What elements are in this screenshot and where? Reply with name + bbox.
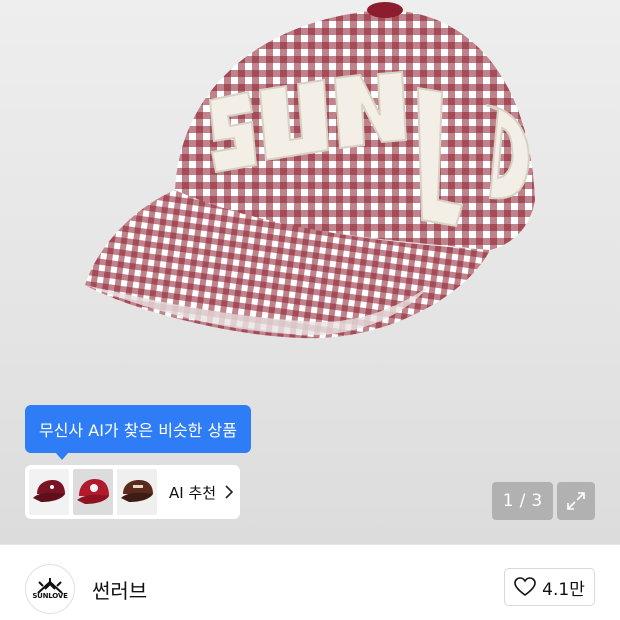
similar-product-thumb[interactable] xyxy=(29,469,69,515)
brand-logo[interactable]: SUNLOVE xyxy=(25,564,75,614)
brand-bar: SUNLOVE 썬러브 4.1만 xyxy=(0,545,620,620)
ai-similar-tooltip-text: 무신사 AI가 찾은 비슷한 상품 xyxy=(39,421,237,440)
similar-product-thumb[interactable] xyxy=(117,469,157,515)
gallery-total-pages: 3 xyxy=(531,491,543,511)
gallery-current-page: 1 xyxy=(502,491,514,511)
heart-icon xyxy=(514,577,536,596)
brand-name[interactable]: 썬러브 xyxy=(92,575,147,604)
gallery-page-indicator: 1 / 3 xyxy=(492,482,553,520)
similar-product-thumb[interactable] xyxy=(73,469,113,515)
product-image[interactable] xyxy=(70,0,550,350)
ai-similar-tooltip[interactable]: 무신사 AI가 찾은 비슷한 상품 xyxy=(25,405,251,460)
ai-recommend-link[interactable]: AI 추천 xyxy=(169,482,234,503)
cap-thumbnail-icon xyxy=(33,480,65,502)
chevron-right-icon xyxy=(225,485,234,499)
brand-logo-text: SUNLOVE xyxy=(32,592,68,600)
cap-thumbnail-icon xyxy=(121,480,153,502)
cap-thumbnail-icon xyxy=(77,479,109,504)
tooltip-arrow xyxy=(55,452,69,460)
similar-products-strip[interactable]: AI 추천 xyxy=(25,465,240,519)
ai-recommend-label: AI 추천 xyxy=(169,483,217,502)
expand-image-button[interactable] xyxy=(557,482,595,520)
like-button[interactable]: 4.1만 xyxy=(504,568,595,606)
product-hero: 무신사 AI가 찾은 비슷한 상품 AI 추천 1 / 3 xyxy=(0,0,620,544)
gallery-separator: / xyxy=(519,491,526,511)
expand-icon xyxy=(567,492,585,510)
like-count: 4.1만 xyxy=(542,579,585,600)
